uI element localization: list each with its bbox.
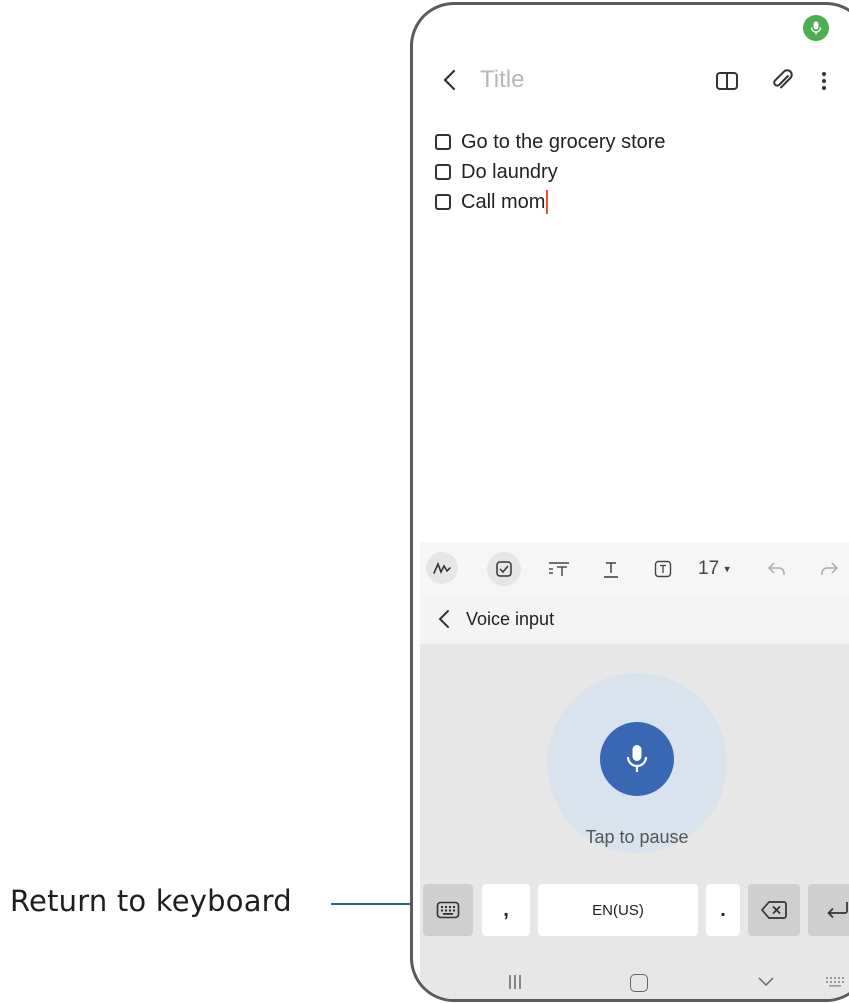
book-icon	[716, 72, 738, 90]
comma-key[interactable]: ,	[482, 884, 530, 936]
note-title-input[interactable]: Title	[480, 66, 524, 94]
voice-status-text: Tap to pause	[585, 827, 689, 847]
checklist-item-text[interactable]: Do laundry	[461, 161, 558, 184]
voice-input-title: Voice input	[466, 609, 555, 629]
font-size-value: 17	[698, 558, 720, 579]
voice-back-button[interactable]	[434, 608, 456, 630]
checkbox-button[interactable]	[487, 552, 521, 586]
attach-button[interactable]	[770, 68, 796, 94]
home-button[interactable]	[630, 974, 648, 992]
recording-indicator-icon	[803, 15, 829, 41]
chevron-down-icon	[758, 977, 774, 987]
checkbox-icon	[496, 561, 512, 577]
checkbox[interactable]	[435, 134, 451, 150]
more-vertical-icon	[822, 72, 826, 90]
handwriting-button[interactable]	[426, 552, 458, 584]
more-options-button[interactable]	[818, 68, 830, 94]
chevron-left-icon	[443, 69, 456, 91]
phone-frame: Title Go to the grocery store Do laundry…	[410, 2, 849, 1002]
checklist-item: Do laundry	[435, 157, 666, 187]
text-style-icon	[604, 562, 618, 578]
checklist-item: Go to the grocery store	[435, 127, 666, 157]
redo-button[interactable]	[812, 552, 846, 586]
redo-icon	[821, 562, 839, 575]
checkbox[interactable]	[435, 194, 451, 210]
enter-icon	[827, 902, 848, 919]
back-button[interactable]	[438, 67, 464, 93]
keyboard-icon	[436, 901, 460, 919]
text-box-button[interactable]	[646, 552, 680, 586]
text-style-button[interactable]	[594, 552, 628, 586]
period-key[interactable]: .	[706, 884, 740, 936]
font-size-button[interactable]: 17 ▾	[698, 558, 730, 580]
return-to-keyboard-button[interactable]	[423, 884, 473, 936]
recent-apps-button[interactable]	[505, 972, 525, 992]
voice-input-header: Voice input	[420, 596, 849, 644]
text-cursor	[546, 190, 549, 214]
backspace-icon	[761, 901, 787, 919]
checkbox[interactable]	[435, 164, 451, 180]
enter-key[interactable]	[808, 884, 849, 936]
hide-keyboard-button[interactable]	[756, 975, 776, 989]
phone-screen: Title Go to the grocery store Do laundry…	[420, 12, 849, 999]
undo-button[interactable]	[760, 552, 794, 586]
recent-apps-icon	[509, 975, 521, 989]
text-box-icon	[654, 560, 672, 578]
mic-button[interactable]	[600, 722, 674, 796]
space-key[interactable]: EN(US)	[538, 884, 698, 936]
paragraph-style-button[interactable]	[542, 552, 576, 586]
keyboard-small-icon	[826, 977, 844, 987]
microphone-icon	[626, 745, 648, 772]
caret-down-icon: ▾	[724, 563, 730, 576]
keyboard-switch-button[interactable]	[825, 975, 845, 989]
voice-input-panel: Tap to pause , EN(US) .	[420, 644, 849, 999]
paragraph-style-icon	[549, 562, 569, 576]
checklist-item-text[interactable]: Go to the grocery store	[461, 131, 666, 154]
format-toolbar: 17 ▾	[420, 542, 849, 596]
handwriting-icon	[433, 561, 451, 574]
book-view-button[interactable]	[715, 69, 739, 93]
paperclip-icon	[773, 69, 793, 89]
backspace-key[interactable]	[748, 884, 800, 936]
checklist-item: Call mom	[435, 187, 666, 217]
checklist-item-text[interactable]: Call mom	[461, 191, 545, 214]
undo-icon	[767, 562, 785, 575]
chevron-left-icon	[438, 610, 449, 628]
callout-label: Return to keyboard	[10, 884, 292, 918]
checklist: Go to the grocery store Do laundry Call …	[435, 127, 666, 217]
